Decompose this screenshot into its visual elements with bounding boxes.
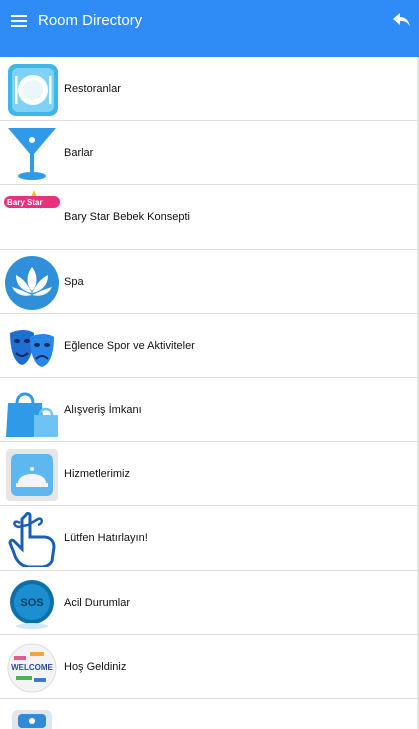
list-item-bary-star[interactable]: Bary Star Bary Star Bebek Konsepti xyxy=(0,185,419,250)
bary-star-logo-icon: Bary Star xyxy=(4,190,60,246)
lotus-icon xyxy=(4,255,60,311)
list-item-label: Hizmetlerimiz xyxy=(64,468,130,481)
list-item-eglence[interactable]: Eğlence Spor ve Aktiviteler xyxy=(0,313,419,378)
list-item-label: Restoranlar xyxy=(64,83,121,95)
list-item-restoranlar[interactable]: Restoranlar xyxy=(0,57,419,122)
menu-icon[interactable] xyxy=(9,12,29,28)
telephone-icon xyxy=(4,704,60,729)
app-bar: Room Directory xyxy=(0,0,419,57)
list-item-label: Acil Durumlar xyxy=(64,596,131,609)
service-bell-icon xyxy=(4,447,60,503)
back-arrow-icon[interactable] xyxy=(391,11,413,29)
list-item-label: Hoş Geldiniz xyxy=(64,660,127,673)
list-item-label: Alışveriş İmkanı xyxy=(64,403,142,416)
list-item-hos-geldiniz[interactable]: WELCOME Hoş Geldiniz xyxy=(0,634,419,699)
list-item-barlar[interactable]: Barlar xyxy=(0,121,419,186)
list-item-label: Spa xyxy=(64,275,84,288)
finger-ribbon-icon xyxy=(4,511,60,568)
list-item-lutfen-hatirlayin[interactable]: Lütfen Hatırlayın! xyxy=(0,506,419,571)
theatre-masks-icon xyxy=(4,319,60,375)
welcome-globe-icon: WELCOME xyxy=(4,640,60,696)
page-title: Room Directory xyxy=(38,12,143,29)
sos-icon: SOS xyxy=(4,576,60,632)
shopping-bags-icon xyxy=(4,383,60,439)
list-item-label: Bary Star Bebek Konsepti xyxy=(64,211,190,224)
cocktail-glass-icon xyxy=(4,126,60,182)
list-item-label: Barlar xyxy=(64,147,94,160)
list-item-alisveris[interactable]: Alışveriş İmkanı xyxy=(0,377,419,443)
restaurant-plate-icon xyxy=(4,62,60,118)
list-item-label: Eğlence Spor ve Aktiviteler xyxy=(64,339,195,352)
list-item-label: Lütfen Hatırlayın! xyxy=(64,532,148,545)
welcome-logo-text: WELCOME xyxy=(11,663,53,672)
list-item-telephone[interactable] xyxy=(0,698,419,729)
sos-logo-text: SOS xyxy=(20,597,43,609)
bary-star-logo-text: Bary Star xyxy=(7,198,43,207)
directory-list: Restoranlar Barlar Bary Star Bary Star B… xyxy=(0,57,419,729)
list-item-hizmetlerimiz[interactable]: Hizmetlerimiz xyxy=(0,442,419,507)
list-item-spa[interactable]: Spa xyxy=(0,249,419,314)
list-item-acil-durumlar[interactable]: SOS Acil Durumlar xyxy=(0,570,419,635)
